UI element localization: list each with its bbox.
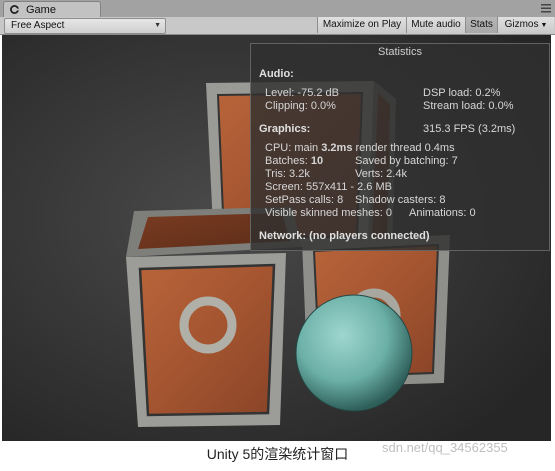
tris: Tris: 3.2k <box>265 168 310 180</box>
network-status: Network: (no players connected) <box>259 230 430 242</box>
cpu-main: 3.2ms <box>321 142 353 154</box>
fps-value: 315.3 FPS (3.2ms) <box>423 123 516 135</box>
mute-label: Mute audio <box>411 19 461 30</box>
batches-prefix: Batches: <box>265 155 311 167</box>
unity-logo-icon <box>10 5 19 14</box>
chevron-down-icon: ▼ <box>540 22 548 29</box>
aspect-dropdown[interactable]: Free Aspect ▼ <box>4 18 166 34</box>
batches: Batches: 10 <box>265 155 323 167</box>
game-toolbar: Free Aspect ▼ Maximize on Play Mute audi… <box>0 17 555 35</box>
audio-header: Audio: <box>259 68 294 80</box>
graphics-header: Graphics: <box>259 123 311 135</box>
batches-value: 10 <box>310 155 324 167</box>
gizmos-label: Gizmos <box>504 19 539 30</box>
setpass-calls: SetPass calls: 8 <box>265 194 344 206</box>
statistics-panel: Statistics Audio: Level: -75.2 dB DSP lo… <box>250 43 550 251</box>
shadow-casters: Shadow casters: 8 <box>355 194 446 206</box>
game-viewport[interactable]: Statistics Audio: Level: -75.2 dB DSP lo… <box>2 35 551 441</box>
mute-audio-button[interactable]: Mute audio <box>406 17 465 33</box>
cpu-prefix: CPU: main <box>265 142 322 154</box>
panel-menu-icon[interactable] <box>541 3 551 13</box>
gizmos-button[interactable]: Gizmos ▼ <box>497 17 554 33</box>
tab-game[interactable]: Game <box>3 1 101 18</box>
maximize-on-play-button[interactable]: Maximize on Play <box>317 17 406 33</box>
animations: Animations: 0 <box>409 207 476 219</box>
audio-clipping: Clipping: 0.0% <box>265 100 336 112</box>
stats-button[interactable]: Stats <box>465 17 497 33</box>
tab-title: Game <box>26 4 56 16</box>
stats-label: Stats <box>470 19 493 30</box>
tab-bar: Game <box>0 0 555 18</box>
sphere <box>295 294 413 412</box>
dsp-load: DSP load: 0.2% <box>423 87 501 99</box>
visible-skinned-meshes: Visible skinned meshes: 0 <box>265 207 392 219</box>
cpu-time: CPU: main 3.2ms render thread 0.4ms <box>265 142 455 154</box>
watermark: sdn.net/qq_34562355 <box>382 440 508 455</box>
verts: Verts: 2.4k <box>355 168 407 180</box>
chevron-down-icon: ▼ <box>154 22 161 29</box>
aspect-label: Free Aspect <box>11 20 65 31</box>
audio-level: Level: -75.2 dB <box>265 87 339 99</box>
stream-load: Stream load: 0.0% <box>423 100 514 112</box>
cpu-render: render thread 0.4ms <box>352 142 455 154</box>
saved-by-batching: Saved by batching: 7 <box>355 155 458 167</box>
screen-info: Screen: 557x411 - 2.6 MB <box>265 181 392 193</box>
maximize-label: Maximize on Play <box>322 19 402 30</box>
statistics-title: Statistics <box>377 46 422 58</box>
